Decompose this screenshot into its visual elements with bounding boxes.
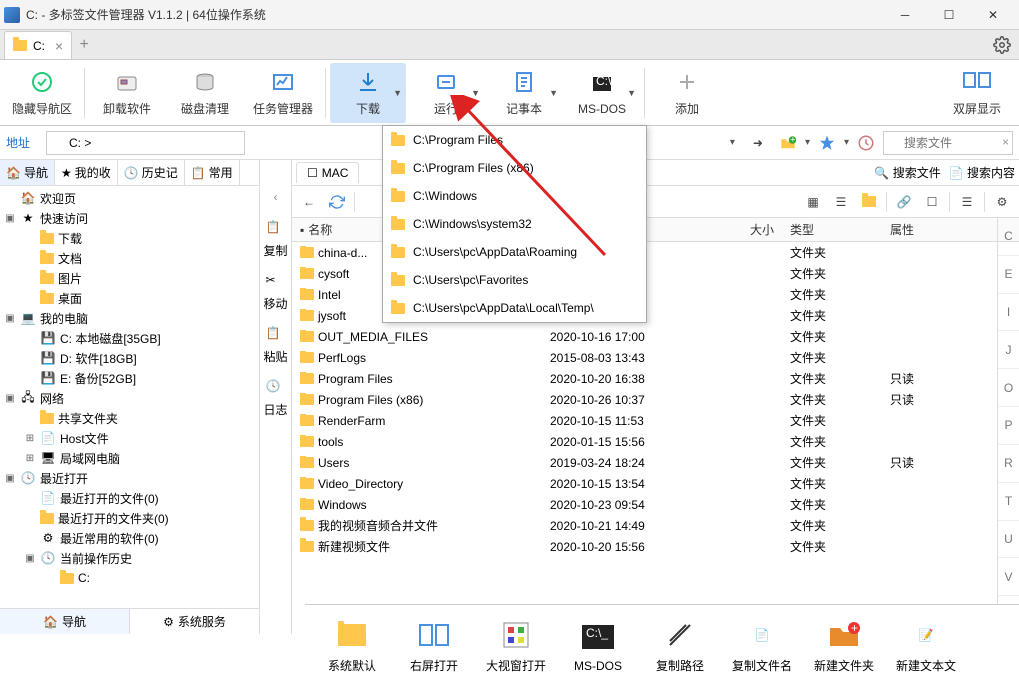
favorites-icon[interactable]	[814, 131, 840, 155]
window-title: C: - 多标签文件管理器 V1.1.2 | 64位操作系统	[26, 6, 883, 23]
dropdown-item[interactable]: C:\Program Files	[383, 126, 646, 154]
table-row[interactable]: RenderFarm2020-10-15 11:53文件夹	[292, 410, 1019, 431]
svg-text:C:\_: C:\_	[586, 626, 608, 640]
task-manager-button[interactable]: 任务管理器	[245, 63, 321, 123]
nav-tab[interactable]: 🏠导航	[0, 160, 55, 185]
mine-tab[interactable]: ★我的收	[55, 160, 118, 185]
tab-c-drive[interactable]: C: ×	[4, 31, 72, 59]
dropdown-item[interactable]: C:\Users\pc\Favorites	[383, 266, 646, 294]
back-button[interactable]: ←	[296, 189, 322, 215]
alpha-T[interactable]: T	[998, 483, 1019, 521]
panel-settings-icon[interactable]: ⚙	[989, 189, 1015, 215]
msdos-bottom-button[interactable]: C:\_MS-DOS	[559, 611, 637, 681]
tab-close-icon[interactable]: ×	[55, 38, 63, 54]
log-button[interactable]: 🕓日志	[262, 375, 290, 422]
search-input[interactable]	[883, 131, 1013, 155]
dropdown-arrow-icon[interactable]: ▼	[393, 88, 402, 98]
table-row[interactable]: tools2020-01-15 15:56文件夹	[292, 431, 1019, 452]
alpha-V[interactable]: V	[998, 558, 1019, 596]
settings-icon[interactable]	[993, 36, 1011, 54]
msdos-button[interactable]: C:\MS-DOS▼	[564, 63, 640, 123]
dual-screen-button[interactable]: 双屏显示	[939, 63, 1015, 123]
new-folder-icon[interactable]: +	[775, 131, 801, 155]
view-icon[interactable]: ☰	[828, 189, 854, 215]
table-row[interactable]: PerfLogs2015-08-03 13:43文件夹	[292, 347, 1019, 368]
window-icon[interactable]: ☐	[919, 189, 945, 215]
view-icon[interactable]: ▦	[800, 189, 826, 215]
refresh-button[interactable]	[324, 189, 350, 215]
dropdown-arrow-icon[interactable]: ▼	[471, 88, 480, 98]
dropdown-item[interactable]: C:\Users\pc\AppData\Local\Temp\	[383, 294, 646, 322]
chevron-down-icon[interactable]: ▾	[730, 137, 735, 148]
address-input[interactable]	[46, 131, 245, 155]
notepad-button[interactable]: 记事本▼	[486, 63, 562, 123]
disk-clean-button[interactable]: 磁盘清理	[167, 63, 243, 123]
address-label: 地址	[6, 134, 42, 151]
app-icon	[4, 7, 20, 23]
table-row[interactable]: Video_Directory2020-10-15 13:54文件夹	[292, 473, 1019, 494]
alpha-J[interactable]: J	[998, 331, 1019, 369]
dropdown-arrow-icon[interactable]: ▼	[549, 88, 558, 98]
search-file-button[interactable]: 🔍 搜索文件	[874, 164, 940, 181]
clear-search-icon[interactable]: ×	[1002, 135, 1009, 149]
add-button[interactable]: 添加	[649, 63, 725, 123]
alpha-O[interactable]: O	[998, 369, 1019, 407]
common-tab[interactable]: 📋常用	[185, 160, 240, 185]
table-row[interactable]: Program Files2020-10-20 16:38文件夹只读	[292, 368, 1019, 389]
history-tab[interactable]: 🕓历史记	[118, 160, 185, 185]
dropdown-arrow-icon[interactable]: ▼	[627, 88, 636, 98]
mac-tab[interactable]: ☐MAC	[296, 162, 359, 183]
search-content-button[interactable]: 📄 搜索内容	[949, 164, 1015, 181]
nav-bottom-tab[interactable]: 🏠导航	[0, 609, 130, 634]
list-view-icon[interactable]: ☰	[954, 189, 980, 215]
tab-label: C:	[33, 39, 45, 53]
uninstall-button[interactable]: 卸载软件	[89, 63, 165, 123]
dropdown-item[interactable]: C:\Users\pc\AppData\Roaming	[383, 238, 646, 266]
sys-default-button[interactable]: 系统默认	[313, 611, 391, 681]
add-tab-button[interactable]: +	[72, 31, 96, 59]
big-open-button[interactable]: 大视窗打开	[477, 611, 555, 681]
table-row[interactable]: OUT_MEDIA_FILES2020-10-16 17:00文件夹	[292, 326, 1019, 347]
close-button[interactable]: ✕	[971, 1, 1015, 29]
go-button[interactable]: ➜	[745, 131, 771, 155]
right-open-button[interactable]: 右屏打开	[395, 611, 473, 681]
copy-path-button[interactable]: 复制路径	[641, 611, 719, 681]
download-button[interactable]: 下载▼	[330, 63, 406, 123]
table-row[interactable]: Windows2020-10-23 09:54文件夹	[292, 494, 1019, 515]
table-row[interactable]: 新建视频文件2020-10-20 15:56文件夹	[292, 536, 1019, 557]
history-icon[interactable]	[853, 131, 879, 155]
new-folder-button[interactable]	[856, 189, 882, 215]
alpha-index[interactable]: CEIJOPRTUVW	[997, 218, 1019, 634]
hide-nav-button[interactable]: 隐藏导航区	[4, 63, 80, 123]
alpha-C[interactable]: C	[998, 218, 1019, 256]
move-button[interactable]: ✂移动	[262, 269, 290, 316]
new-text-button[interactable]: 📝新建文本文	[887, 611, 965, 681]
alpha-E[interactable]: E	[998, 256, 1019, 294]
svg-text:+: +	[851, 622, 858, 635]
link-icon[interactable]: 🔗	[891, 189, 917, 215]
download-dropdown[interactable]: C:\Program FilesC:\Program Files (x86)C:…	[382, 125, 647, 323]
alpha-I[interactable]: I	[998, 294, 1019, 332]
dropdown-item[interactable]: C:\Windows\system32	[383, 210, 646, 238]
svg-text:+: +	[790, 134, 795, 144]
folder-icon	[13, 40, 27, 51]
table-row[interactable]: Users2019-03-24 18:24文件夹只读	[292, 452, 1019, 473]
dropdown-item[interactable]: C:\Program Files (x86)	[383, 154, 646, 182]
new-folder-bottom-button[interactable]: +新建文件夹	[805, 611, 883, 681]
svg-text:C:\: C:\	[596, 74, 612, 88]
maximize-button[interactable]: ☐	[927, 1, 971, 29]
run-button[interactable]: 运行▼	[408, 63, 484, 123]
table-row[interactable]: Program Files (x86)2020-10-26 10:37文件夹只读	[292, 389, 1019, 410]
alpha-R[interactable]: R	[998, 445, 1019, 483]
paste-button[interactable]: 📋粘贴	[262, 322, 290, 369]
dropdown-item[interactable]: C:\Windows	[383, 182, 646, 210]
table-row[interactable]: 我的视频音频合并文件2020-10-21 14:49文件夹	[292, 515, 1019, 536]
copy-button[interactable]: 📋复制	[262, 216, 290, 263]
minimize-button[interactable]: ─	[883, 1, 927, 29]
services-bottom-tab[interactable]: ⚙系统服务	[130, 609, 259, 634]
alpha-P[interactable]: P	[998, 407, 1019, 445]
alpha-U[interactable]: U	[998, 521, 1019, 559]
nav-tree[interactable]: 🏠欢迎页 ▣★快速访问 下载 文档 图片 桌面 ▣💻我的电脑 💾C: 本地磁盘[…	[0, 186, 259, 608]
copy-name-button[interactable]: 📄复制文件名	[723, 611, 801, 681]
